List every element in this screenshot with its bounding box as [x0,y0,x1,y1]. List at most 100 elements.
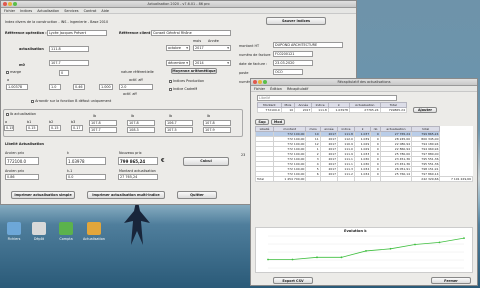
chart-point [389,247,392,250]
pf-input[interactable]: 2.0 [119,84,153,90]
row-value-a[interactable]: 0.15 [4,125,14,131]
sub-title: Index divers de la construction - INS - … [5,20,109,24]
row-value-b3[interactable]: 0.17 [71,125,83,131]
menu-fichier[interactable]: Fichier [4,9,15,13]
ib-1-value[interactable]: 107.8 [89,120,117,126]
moyenne-button[interactable]: Moyenne arithmétique [171,68,217,74]
ib-2-v2[interactable]: 108.3 [127,127,155,133]
libelle-input[interactable]: Libellé [257,95,397,101]
recap-window: Récapitulatif des actualisations Fichier… [250,78,478,286]
total-cell: 1 454 700,00 [272,176,307,182]
chart-point [267,258,269,261]
m0-index-input[interactable]: 107.7 [49,60,89,66]
ajouter-button[interactable]: Ajouter [413,107,437,113]
save-indices-button[interactable]: Sauver Indices [266,17,326,25]
minimize-icon[interactable] [8,2,12,6]
ib-4-v2[interactable]: 107.9 [203,127,231,133]
recap-titlebar: Récapitulatif des actualisations [251,79,477,86]
k2-input[interactable]: 0.0 [66,174,106,180]
marge-input[interactable]: 0 [59,70,69,76]
act-index-input[interactable]: 111.8 [49,46,89,52]
desktop-icon-compta[interactable]: Compta [54,222,78,241]
info-poste-input[interactable]: OCO [273,69,303,75]
maximize-icon[interactable] [13,2,17,6]
desktop-icon-files[interactable]: Fichiers [2,222,26,241]
fields-table: Montant Mois Année Indice k Actualisation Tota… [257,102,408,113]
annee-label: Année [208,39,219,43]
recap-menu-edition[interactable]: Édition [270,87,282,91]
currency-label: € [161,158,165,164]
ib-1-v2[interactable]: 107.7 [89,127,117,133]
chart-point [291,258,294,261]
close-icon[interactable] [3,2,7,6]
ancien-k-input[interactable]: 0.86 [5,174,39,180]
round-checkbox[interactable]: Arrondir sur la fonction B défaut unique… [31,99,111,103]
total-cell: 242 329,66 [411,176,441,182]
cadre-option[interactable]: Indice CadreM [169,87,197,91]
marge-checkbox[interactable]: marge [6,70,21,74]
ref-operation-input[interactable]: Lycée Jacques Prévert [47,30,107,36]
recap-table: Libellé montant mois année indice k nb actualis… [255,126,473,182]
ib-2-value[interactable]: 107.8 [127,120,155,126]
montant-label: Ancien prix [5,151,25,155]
evolution-chart: Evolution k [255,227,473,273]
act-annee-select[interactable]: 2017 [193,45,231,51]
k-input[interactable]: 1.03978 [66,157,106,165]
actualisation-label: actualisation [19,47,44,51]
recap-menubar: Fichier Édition Récapitulatif [251,86,477,92]
k-label: k [67,151,69,155]
coef3-input[interactable]: 0.46 [73,84,85,90]
sup-button[interactable]: Sup [255,119,269,125]
fermer-button[interactable]: Fermer [431,277,471,284]
chart-point [365,250,367,252]
maximize-icon[interactable] [263,80,267,84]
coef-input[interactable]: 1.00378 [6,84,28,90]
minimize-icon[interactable] [258,80,262,84]
menu-actualisation[interactable]: Actualisation [37,9,59,13]
print-multiple-button[interactable]: Imprimer actualisation multi-indice [87,191,165,199]
ib-check[interactable]: Ib actualisation [6,112,36,116]
info-date-input[interactable]: 23.03.2020 [273,60,313,66]
info-num-input[interactable]: FC0200121 [273,51,313,57]
mod-button[interactable]: Mod [271,119,285,125]
a-label: a [7,78,10,82]
m0-annee-select[interactable]: 2014 [193,60,231,66]
recap-menu-fichier[interactable]: Fichier [254,87,265,91]
right-marge-value: 23 [241,153,246,157]
prod-option[interactable]: Indices Production [169,79,204,83]
nouveau-input: 799 865,24 [118,157,158,165]
calcul-button[interactable]: Calcul [183,157,229,166]
chart-point [340,256,343,259]
ref-operation-label: Référence opération : [5,31,47,35]
m0-mois-select[interactable]: décembre [166,60,190,66]
ib-3-v2[interactable]: 107.5 [165,127,193,133]
montant-input[interactable]: 772100.0 [5,157,39,165]
menu-aide[interactable]: Aide [101,9,109,13]
desktop-icon-depot[interactable]: Dépôt [27,222,51,241]
quit-button[interactable]: Quitter [177,191,217,199]
actif2-label: actif. aff [123,92,137,96]
info-montant-input[interactable]: DUPOND ARCHITECTURE [273,42,343,48]
ref-client-input[interactable]: Conseil Général Rhône [151,30,231,36]
row-label-b1: b1 [27,120,32,124]
export-csv-button[interactable]: Export CSV [273,277,313,284]
row-label-a: a [5,120,8,124]
menu-contrat[interactable]: Contrat [84,9,97,13]
main-menubar: Fichier Indices Actualisation Services C… [1,8,356,14]
menu-services[interactable]: Services [64,9,78,13]
montant-act-label: Montant actualisation [119,169,156,173]
chart-point [463,237,465,240]
desktop-icon-actualisation[interactable]: Actualisation [82,222,106,241]
coef4-input[interactable]: 1.000 [99,84,113,90]
close-icon[interactable] [253,80,257,84]
recap-menu-recap[interactable]: Récapitulatif [287,87,308,91]
ib-3-value[interactable]: 106.7 [165,120,193,126]
row-value-b2[interactable]: 0.15 [49,125,61,131]
actualisation-title: Libellé Actualisation [5,142,44,146]
menu-indices[interactable]: Indices [20,9,32,13]
ib-4-value[interactable]: 107.8 [203,120,231,126]
act-mois-select[interactable]: octobre [166,45,190,51]
print-simple-button[interactable]: Imprimer actualisation simple [11,191,75,199]
row-value-b1[interactable]: 0.15 [26,125,38,131]
coef2-input[interactable]: 1.0 [49,84,61,90]
